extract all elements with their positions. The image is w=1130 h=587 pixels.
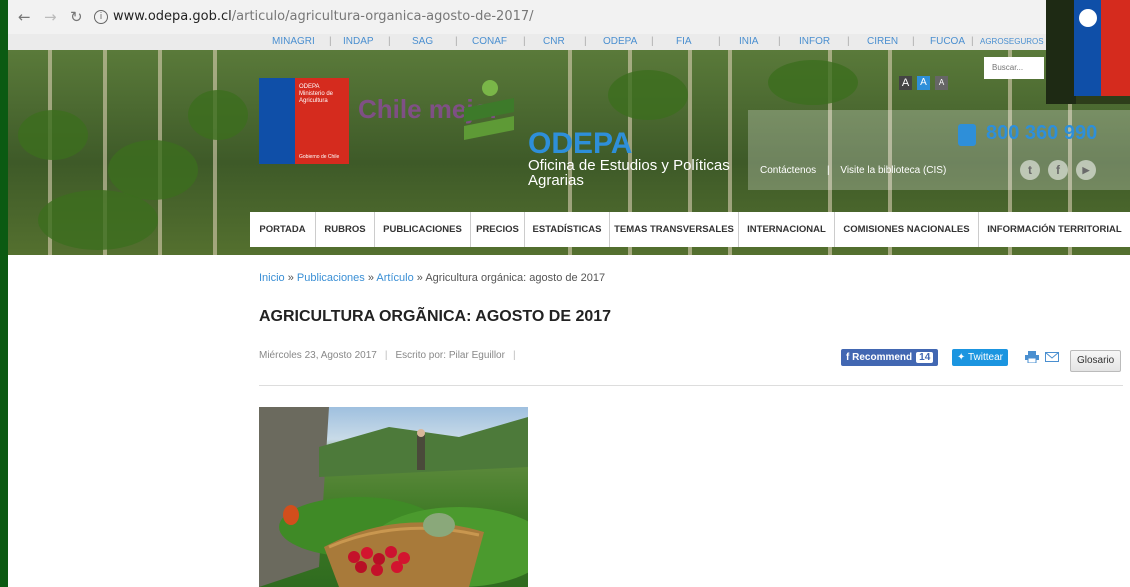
info-icon[interactable]: i bbox=[94, 10, 108, 24]
toplink-divider: | bbox=[847, 36, 850, 47]
youtube-icon[interactable]: ▶ bbox=[1076, 160, 1096, 180]
site-title[interactable]: ODEPA bbox=[528, 127, 632, 161]
library-link[interactable]: Visite la biblioteca (CIS) bbox=[840, 165, 946, 176]
toplink-inia[interactable]: INIA bbox=[739, 36, 758, 47]
nav-rubros[interactable]: RUBROS bbox=[316, 212, 374, 247]
odepa-emblem-icon bbox=[464, 80, 514, 140]
phone-number: 800 360 990 bbox=[986, 122, 1098, 144]
browser-page: ← → ↻ i www.odepa.gob.cl/articulo/agricul… bbox=[8, 0, 1130, 587]
toplink-agroseguros[interactable]: AGROSEGUROS bbox=[980, 37, 1044, 46]
nav-internacional[interactable]: INTERNACIONAL bbox=[739, 212, 834, 247]
url-path: /articulo/agricultura-organica-agosto-de… bbox=[231, 9, 534, 24]
contact-link[interactable]: Contáctenos bbox=[760, 165, 816, 176]
article-author: Escrito por: Pilar Eguillor bbox=[395, 350, 505, 361]
nav-comisiones-nacionales[interactable]: COMISIONES NACIONALES bbox=[835, 212, 978, 247]
toplink-divider: | bbox=[388, 36, 391, 47]
toplink-divider: | bbox=[718, 36, 721, 47]
article-title: AGRICULTURA ORGÃNICA: AGOSTO DE 2017 bbox=[259, 308, 612, 325]
contact-links: Contáctenos | Visite la biblioteca (CIS) bbox=[760, 165, 946, 176]
toplink-divider: | bbox=[778, 36, 781, 47]
twitter-label: Twittear bbox=[968, 352, 1004, 363]
toplink-minagri[interactable]: MINAGRI bbox=[272, 36, 315, 47]
recommend-label: Recommend bbox=[852, 352, 913, 363]
toplink-conaf[interactable]: CONAF bbox=[472, 36, 507, 47]
font-size-small-button[interactable]: A bbox=[935, 76, 948, 90]
nav-temas-transversales[interactable]: TEMAS TRANSVERSALES bbox=[610, 212, 738, 247]
toplink-divider: | bbox=[584, 36, 587, 47]
address-bar: ← → ↻ i www.odepa.gob.cl/articulo/agricul… bbox=[8, 0, 1130, 35]
article-meta: Miércoles 23, Agosto 2017 | Escrito por: P… bbox=[259, 350, 516, 361]
institution-links: MINAGRI | INDAP | SAG | CONAF | CNR | OD… bbox=[8, 34, 1130, 50]
toplink-divider: | bbox=[912, 36, 915, 47]
toplink-ciren[interactable]: CIREN bbox=[867, 36, 898, 47]
reload-icon[interactable]: ↻ bbox=[70, 8, 83, 26]
thumbnail-logo bbox=[1046, 0, 1130, 104]
nav-informacion-territorial[interactable]: INFORMACIÓN TERRITORIAL bbox=[979, 212, 1130, 247]
breadcrumb-current: Agricultura orgánica: agosto de 2017 bbox=[425, 272, 606, 284]
search-input[interactable] bbox=[984, 57, 1044, 79]
gobierno-logo[interactable]: ODEPA Ministerio de Agricultura Gobierno d… bbox=[259, 78, 349, 164]
nav-publicaciones[interactable]: PUBLICACIONES bbox=[375, 212, 470, 247]
logo-text: Ministerio de bbox=[299, 91, 334, 97]
link-divider: | bbox=[826, 165, 830, 176]
logo-text: Agricultura bbox=[299, 98, 328, 104]
toplink-cnr[interactable]: CNR bbox=[543, 36, 565, 47]
site-subtitle: Oficina de Estudios y Políticas Agrarias bbox=[528, 157, 730, 189]
forward-arrow-icon[interactable]: → bbox=[44, 8, 57, 26]
twitter-icon[interactable]: t bbox=[1020, 160, 1040, 180]
frame-border bbox=[0, 0, 8, 587]
font-size-medium-button[interactable]: A bbox=[917, 76, 930, 90]
toplink-odepa[interactable]: ODEPA bbox=[603, 36, 637, 47]
divider bbox=[259, 385, 1123, 386]
facebook-recommend-button[interactable]: f Recommend 14 bbox=[841, 349, 939, 366]
corner-thumbnail bbox=[1046, 0, 1130, 104]
toplink-divider: | bbox=[971, 36, 974, 47]
back-arrow-icon[interactable]: ← bbox=[18, 8, 31, 26]
glosario-button[interactable]: Glosario bbox=[1070, 350, 1122, 372]
font-size-large-button[interactable]: A bbox=[899, 76, 912, 90]
toplink-divider: | bbox=[329, 36, 332, 47]
breadcrumb-home[interactable]: Inicio bbox=[259, 272, 285, 284]
article-date: Miércoles 23, Agosto 2017 bbox=[259, 350, 377, 361]
logo-footer: Gobierno de Chile bbox=[299, 154, 340, 160]
twitter-share-button[interactable]: ✦ Twittear bbox=[952, 349, 1009, 366]
nav-precios[interactable]: PRECIOS bbox=[471, 212, 524, 247]
organic-vegetables-photo bbox=[259, 407, 528, 587]
breadcrumb-articulo[interactable]: Artículo bbox=[376, 272, 413, 284]
twitter-bird-icon: ✦ bbox=[957, 352, 966, 363]
nav-portada[interactable]: PORTADA bbox=[250, 212, 315, 247]
nav-estadisticas[interactable]: ESTADÍSTICAS bbox=[525, 212, 609, 247]
recommend-count: 14 bbox=[916, 352, 934, 363]
url-host: www.odepa.gob.cl bbox=[113, 9, 232, 24]
toplink-fia[interactable]: FIA bbox=[676, 36, 692, 47]
breadcrumb-publicaciones[interactable]: Publicaciones bbox=[297, 272, 365, 284]
main-nav: PORTADA RUBROS PUBLICACIONES PRECIOS EST… bbox=[250, 212, 1130, 247]
toplink-infor[interactable]: INFOR bbox=[799, 36, 830, 47]
header-banner: ODEPA Ministerio de Agricultura Gobierno d… bbox=[8, 50, 1130, 255]
phone-icon bbox=[958, 124, 976, 146]
url-field[interactable]: i www.odepa.gob.cl/articulo/agricultura-o… bbox=[94, 9, 534, 24]
toplink-sag[interactable]: SAG bbox=[412, 36, 433, 47]
toplink-divider: | bbox=[651, 36, 654, 47]
toplink-indap[interactable]: INDAP bbox=[343, 36, 374, 47]
toplink-divider: | bbox=[455, 36, 458, 47]
logo-text: ODEPA bbox=[299, 84, 320, 90]
article-image bbox=[259, 407, 528, 587]
breadcrumb: Inicio » Publicaciones » Artículo » Agri… bbox=[259, 272, 606, 284]
toplink-fucoa[interactable]: FUCOA bbox=[930, 36, 965, 47]
facebook-icon[interactable]: f bbox=[1048, 160, 1068, 180]
facebook-icon: f bbox=[846, 352, 850, 363]
print-icon[interactable] bbox=[1025, 351, 1039, 363]
email-icon[interactable] bbox=[1045, 352, 1059, 362]
toplink-divider: | bbox=[523, 36, 526, 47]
